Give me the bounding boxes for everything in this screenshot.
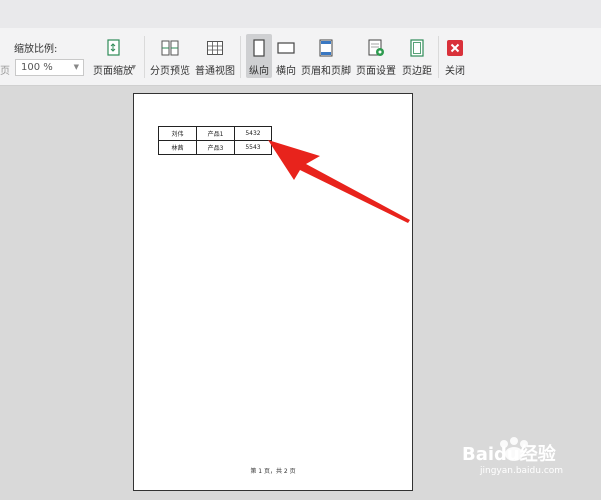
red-arrow-annotation <box>268 140 410 223</box>
watermark-subtext: jingyan.baidu.com <box>480 466 564 476</box>
watermark-text: Baidu经验 <box>462 444 556 465</box>
baidu-watermark: Baidu经验 jingyan.baidu.com <box>462 436 592 486</box>
